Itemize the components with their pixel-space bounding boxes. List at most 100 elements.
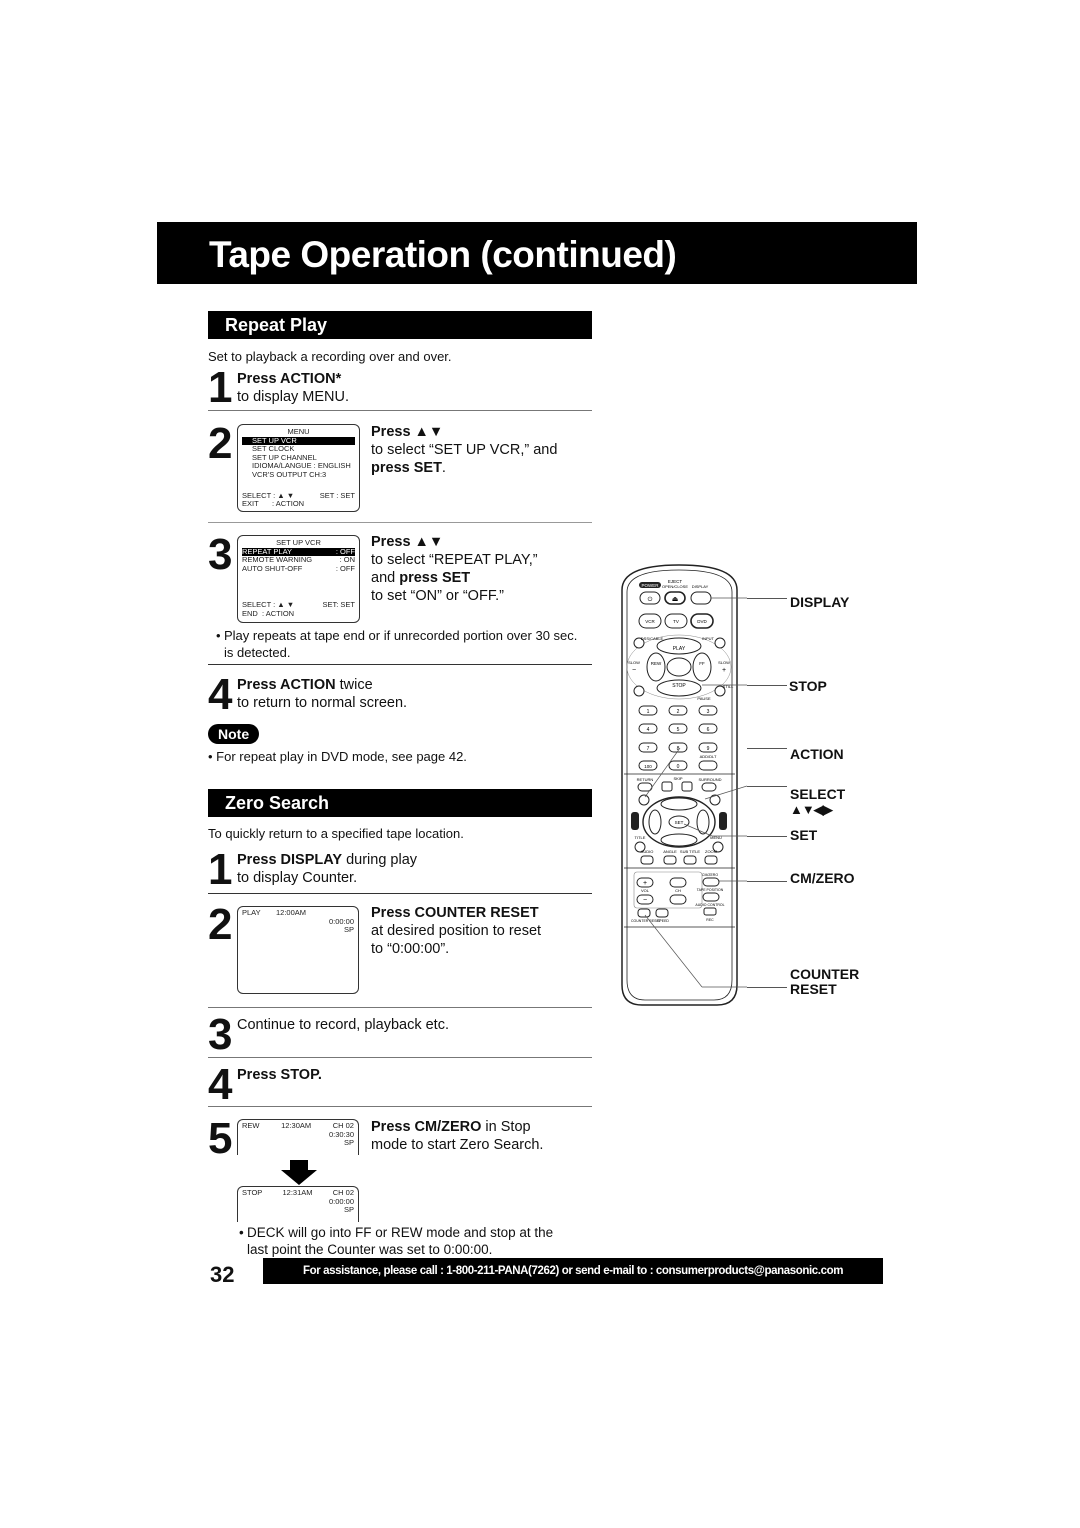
divider (208, 1106, 592, 1107)
vcr-tv-button[interactable] (633, 685, 645, 697)
assistance-footer: For assistance, please call : 1-800-211-… (263, 1258, 883, 1284)
step-number: 1 (208, 363, 233, 412)
down-arrow-icon (281, 1160, 317, 1185)
step-2-action: Press ▲▼ (371, 424, 444, 440)
zs-step-2-instruction: Press COUNTER RESET at desired position … (371, 904, 541, 958)
zs-step-5-instruction: Press CM/ZERO in Stop mode to start Zero… (371, 1118, 543, 1154)
subtitle-label: SUB TITLE (680, 849, 700, 854)
skip-back-button[interactable] (661, 781, 673, 792)
tape-position-button[interactable] (702, 892, 720, 902)
audio-label: AUDIO (641, 849, 654, 854)
ch-up-button[interactable] (669, 877, 687, 888)
prog-ret-button[interactable] (719, 812, 727, 830)
search-button[interactable] (638, 794, 650, 806)
rec-button[interactable] (703, 907, 717, 916)
tv-label: TV (673, 619, 679, 624)
osd-row: AUTO SHUT-OFF: OFF (242, 563, 355, 574)
step-3-text-3: to set “ON” or “OFF.” (371, 588, 504, 604)
up-button[interactable] (660, 797, 698, 811)
divider (208, 893, 592, 894)
add-dlt-button (698, 760, 718, 771)
action-button[interactable] (631, 812, 639, 830)
svg-text:1: 1 (647, 709, 650, 715)
input-button[interactable] (714, 637, 726, 649)
step-2-action-2: press SET (371, 460, 442, 476)
repeat-button[interactable] (709, 794, 721, 806)
divider (208, 1007, 592, 1008)
step-number: 3 (208, 530, 233, 579)
slow-label: SLOW (628, 660, 640, 665)
osd-speed: SP (343, 1138, 354, 1148)
surround-button[interactable] (701, 782, 717, 792)
section-heading-zero-search: Zero Search (208, 789, 592, 817)
arrow-keys-icon: ▲▼◀▶ (790, 802, 833, 817)
divider (208, 522, 592, 523)
callout-display: DISPLAY (790, 594, 850, 610)
osd-rew-screen: REW 12:30AM CH 02 0:30:30 SP (237, 1119, 359, 1155)
divider (208, 410, 592, 411)
osd-item: VCR'S OUTPUT CH:3 (252, 469, 327, 479)
speed-button[interactable] (655, 908, 669, 918)
osd-footer: : ACTION (262, 608, 295, 618)
cm-zero-button[interactable] (702, 877, 720, 887)
display-button[interactable] (690, 591, 712, 605)
leader-line (747, 748, 787, 749)
vcr-label: VCR (645, 619, 655, 624)
audio-button[interactable] (640, 855, 654, 865)
zoom-button[interactable] (704, 855, 718, 865)
divider (208, 664, 592, 665)
step-1-action: Press ACTION* (237, 371, 342, 387)
power-icon: ⏻ (648, 596, 653, 603)
leader-line (747, 987, 787, 988)
callout-select-label: SELECT (790, 786, 846, 802)
slow-label: SLOW (718, 660, 730, 665)
zero-search-intro: To quickly return to a specified tape lo… (208, 826, 464, 841)
step-number: 5 (208, 1114, 233, 1163)
zs-step-4-action: Press STOP. (237, 1067, 322, 1083)
cm-zero-label: CM/ZERO (702, 873, 718, 877)
subtitle-button[interactable] (683, 855, 697, 865)
rew-button[interactable] (646, 652, 666, 682)
callout-set: SET (790, 827, 818, 843)
zs-step-2-text: at desired position to reset (371, 923, 542, 939)
page-title: Tape Operation (continued) (209, 234, 677, 275)
callout-action: ACTION (790, 746, 844, 762)
callout-stop: STOP (789, 678, 827, 694)
play-label: PLAY (673, 646, 686, 652)
step-number: 4 (208, 1060, 233, 1109)
input-label: INPUT (702, 636, 715, 641)
osd-counter: 0:00:00 (328, 916, 354, 926)
step-number: 2 (208, 900, 233, 949)
zs-step-5-action: Press CM/ZERO (371, 1119, 482, 1135)
down-button[interactable] (660, 833, 698, 847)
zs-step-3-text: Continue to record, playback etc. (237, 1017, 449, 1033)
openclose-label: OPEN/CLOSE (662, 584, 688, 589)
zs-step-1-text: to display Counter. (237, 870, 358, 886)
left-button[interactable] (648, 809, 662, 835)
angle-button[interactable] (663, 855, 677, 865)
zoom-label: ZOOM (705, 849, 717, 854)
osd-speed: SP (343, 1205, 354, 1215)
osd-mode: REW (242, 1121, 260, 1130)
ff-button[interactable] (692, 652, 712, 682)
osd-footer: EXIT (242, 499, 259, 509)
note-badge: Note (208, 724, 260, 744)
step-4-text: to return to normal screen. (237, 695, 408, 711)
section-heading-repeat-play: Repeat Play (208, 311, 592, 339)
osd-counter: 0:00:00 (328, 1196, 354, 1206)
note-text: • For repeat play in DVD mode, see page … (208, 749, 467, 764)
osd-time: 12:31AM (282, 1188, 313, 1197)
plus-icon: + (722, 667, 726, 674)
ch-down-button[interactable] (669, 894, 687, 905)
callout-counter-label: COUNTER (790, 966, 860, 982)
osd-footer: : ACTION (272, 499, 305, 509)
svg-text:5: 5 (677, 727, 680, 733)
zs-step-2-text-2: to “0:00:00”. (371, 941, 450, 957)
dvd-label: DVD (697, 619, 707, 624)
skip-forward-button[interactable] (681, 781, 693, 792)
osd-row-label: AUTO SHUT-OFF (242, 563, 303, 573)
osd-speed: SP (343, 925, 354, 935)
repeat-play-intro: Set to playback a recording over and ove… (208, 349, 452, 364)
counter-reset-button[interactable] (637, 908, 651, 918)
osd-time: 12:00AM (276, 908, 307, 917)
